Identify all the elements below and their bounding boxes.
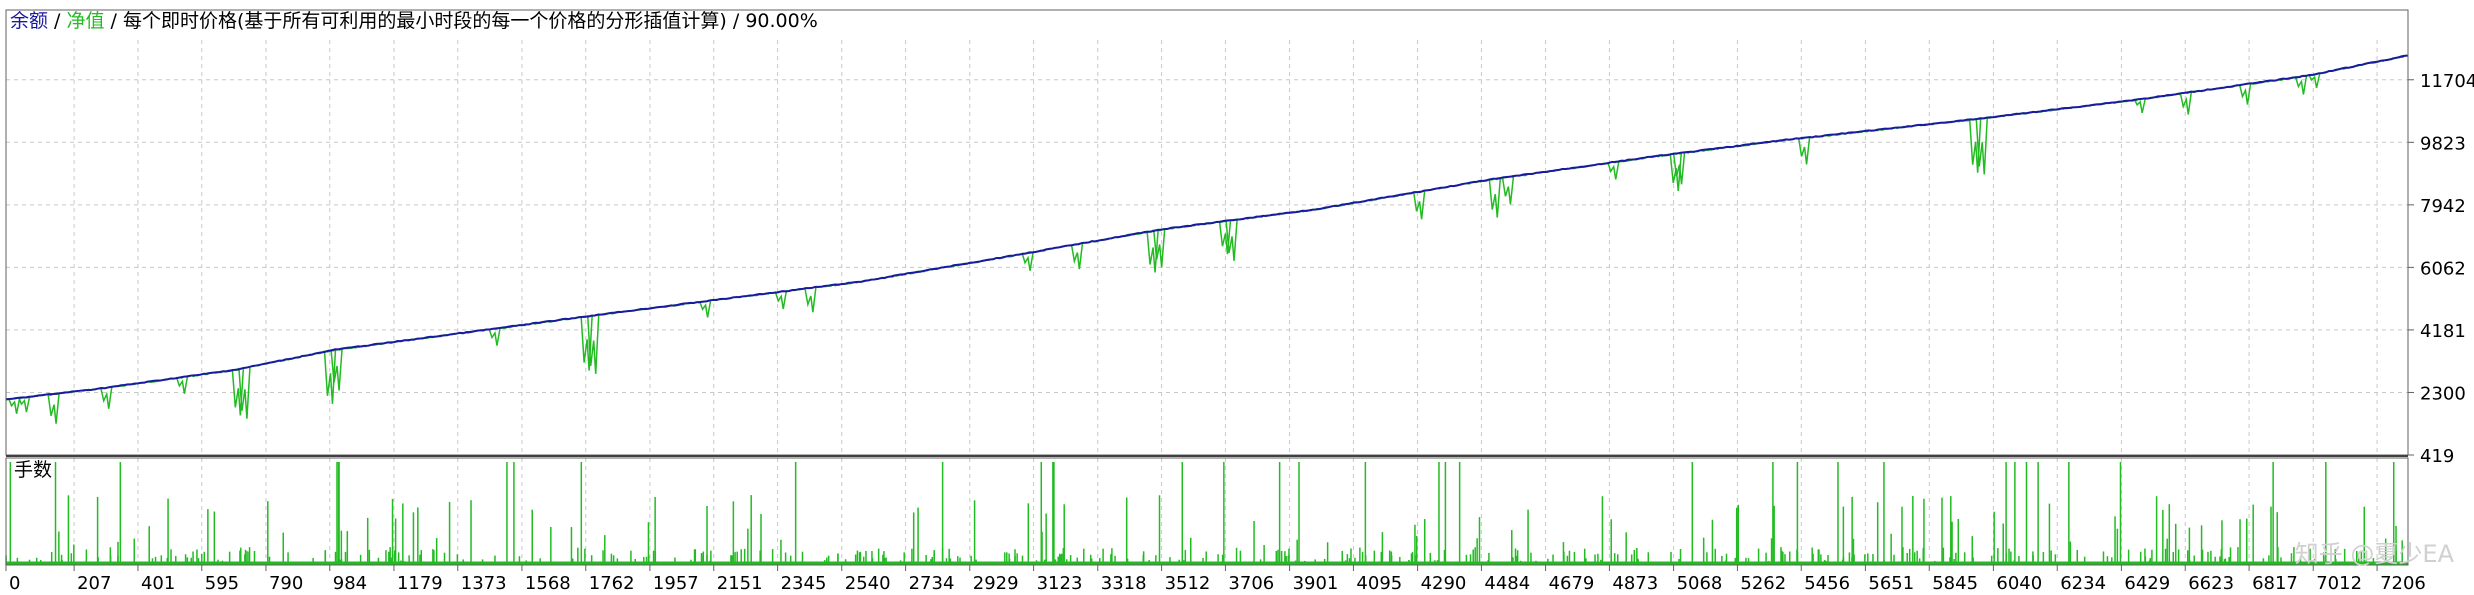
- x-tick-label: 1568: [525, 573, 571, 591]
- main-panel-frame: [5, 9, 2409, 456]
- x-tick-label: 7012: [2316, 573, 2362, 591]
- x-tick-label: 2734: [909, 573, 955, 591]
- lots-panel-label: 手数: [14, 459, 52, 481]
- balance-line: [5, 54, 2409, 401]
- x-tick-label: 5068: [1677, 573, 1723, 591]
- equity-drawdown: [1488, 178, 1502, 218]
- x-tick-label: 4095: [1356, 573, 1402, 591]
- x-tick-label: 2540: [845, 573, 891, 591]
- x-tick-label: 3706: [1228, 573, 1274, 591]
- x-tick-label: 6429: [2124, 573, 2170, 591]
- main-grid: [5, 40, 2408, 455]
- equity-legend: 净值: [67, 10, 105, 32]
- x-tick-label: 6040: [1996, 573, 2042, 591]
- x-tick-label: 5845: [1932, 573, 1978, 591]
- equity-drawdown: [1021, 252, 1034, 271]
- x-tick-label: 4484: [1484, 573, 1530, 591]
- equity-drawdown: [488, 328, 501, 346]
- chart-root: 余额 / 净值 / 每个即时价格(基于所有可利用的最小时段的每一个价格的分形插值…: [0, 0, 2474, 594]
- equity-drawdown: [1797, 137, 1811, 165]
- x-tick-label: 207: [77, 573, 111, 591]
- equity-drawdown: [1225, 219, 1238, 261]
- equity-drawdown: [1412, 191, 1426, 220]
- x-tick-label: 3512: [1165, 573, 1211, 591]
- x-tick-label: 1957: [653, 573, 699, 591]
- equity-drawdown: [2307, 73, 2321, 89]
- x-tick-label: 595: [205, 573, 239, 591]
- balance-legend: 余额: [10, 10, 48, 32]
- lots-grid: [5, 458, 2378, 565]
- x-tick-label: 3123: [1037, 573, 1083, 591]
- lots-panel-frame: [5, 457, 2409, 566]
- model-label: 每个即时价格(基于所有可利用的最小时段的每一个价格的分形插值计算): [123, 10, 727, 32]
- x-tick-label: 3901: [1293, 573, 1339, 591]
- x-tick-label: 4290: [1421, 573, 1467, 591]
- x-tick-label: 5651: [1868, 573, 1914, 591]
- x-tick-label: 0: [9, 573, 20, 591]
- equity-drawdown: [1501, 176, 1515, 205]
- x-tick-label: 5456: [1804, 573, 1850, 591]
- x-tick-label: 6623: [2188, 573, 2234, 591]
- x-tick-label: 984: [333, 573, 367, 591]
- equity-drawdown: [1070, 243, 1084, 270]
- equity-drawdown: [175, 376, 189, 394]
- y-tick-label: 4181: [2420, 321, 2466, 342]
- x-tick-label: 2929: [973, 573, 1019, 591]
- y-tick-label: 7942: [2420, 196, 2466, 217]
- lots-series: [5, 462, 2408, 565]
- chart-frame: [5, 9, 2409, 566]
- x-axis: 0 207 401 595 790 984 1179 1373 1568 1762 1957 2151…: [5, 565, 2426, 594]
- balance-series: [5, 54, 2409, 401]
- y-axis: 419 2300 4181 6062 7942 9823 11704: [2408, 71, 2474, 467]
- equity-drawdown: [330, 349, 343, 391]
- x-tick-label: 4873: [1612, 573, 1658, 591]
- title-sep-2: /: [105, 10, 123, 32]
- x-tick-label: 3318: [1101, 573, 1147, 591]
- x-tick-label: 1179: [397, 573, 443, 591]
- title-sep-1: /: [48, 10, 66, 32]
- strategy-tester-chart: 余额 / 净值 / 每个即时价格(基于所有可利用的最小时段的每一个价格的分形插值…: [5, 9, 2474, 594]
- y-tick-label: 2300: [2420, 383, 2466, 404]
- equity-drawdown: [47, 393, 60, 424]
- equity-drawdown: [2179, 92, 2192, 115]
- equity-drawdown: [2238, 84, 2252, 105]
- equity-drawdown: [2133, 98, 2146, 113]
- y-tick-label: 11704: [2420, 71, 2474, 92]
- chart-title: 余额 / 净值 / 每个即时价格(基于所有可利用的最小时段的每一个价格的分形插值…: [10, 10, 818, 32]
- equity-drawdown: [774, 291, 787, 310]
- quality-label: 90.00%: [745, 10, 817, 32]
- y-tick-label: 419: [2420, 446, 2454, 467]
- title-sep-3: /: [727, 10, 745, 32]
- x-tick-label: 790: [269, 573, 303, 591]
- equity-drawdown: [99, 387, 113, 409]
- x-tick-label: 6234: [2060, 573, 2106, 591]
- x-tick-label: 1373: [461, 573, 507, 591]
- x-tick-label: 401: [141, 573, 175, 591]
- svg-text:余额 / 净值 / 每个即时价格(基于所有可利用的最小时段的: 余额 / 净值 / 每个即时价格(基于所有可利用的最小时段的每一个价格的分形插值…: [10, 10, 818, 32]
- equity-line: [5, 54, 2407, 401]
- equity-drawdown: [7, 398, 21, 414]
- x-tick-label: 4679: [1549, 573, 1595, 591]
- x-tick-label: 6817: [2252, 573, 2298, 591]
- x-tick-label: 2345: [781, 573, 827, 591]
- equity-drawdown: [17, 396, 31, 413]
- x-tick-label: 2151: [717, 573, 763, 591]
- equity-drawdown: [698, 300, 712, 318]
- x-tick-label: 7206: [2380, 573, 2426, 591]
- equity-drawdown: [804, 287, 817, 313]
- y-tick-label: 6062: [2420, 258, 2466, 279]
- x-tick-label: 1762: [589, 573, 635, 591]
- equity-drawdown: [2294, 76, 2308, 95]
- watermark: 知乎 @夏少EA: [2294, 540, 2454, 568]
- y-tick-label: 9823: [2420, 133, 2466, 154]
- x-tick-label: 5262: [1740, 573, 1786, 591]
